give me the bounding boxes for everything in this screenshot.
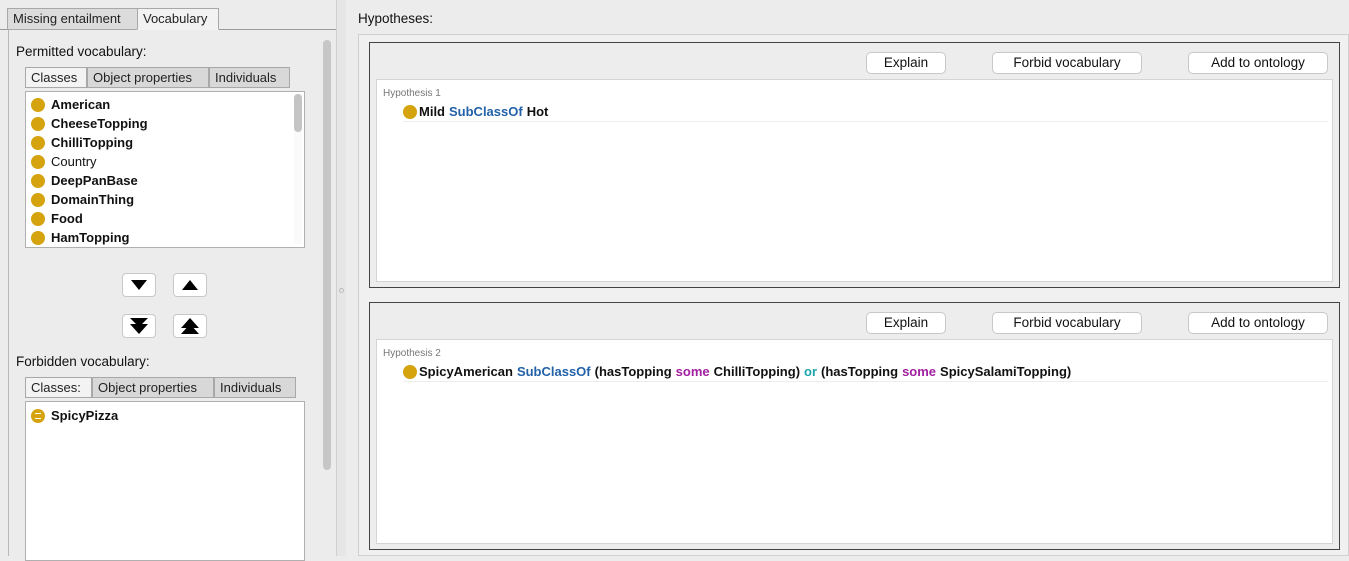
permitted-tab-object-properties[interactable]: Object properties: [87, 67, 209, 88]
class-name: CheeseTopping: [51, 116, 148, 131]
class-icon: [403, 364, 417, 379]
axiom-keyword: SubClassOf: [449, 104, 523, 119]
hypothesis-axiom-2[interactable]: SpicyAmerican SubClassOf (hasTopping some Ch…: [403, 362, 1328, 382]
permitted-list-scroll-thumb[interactable]: [294, 94, 302, 132]
add-to-ontology-button-2[interactable]: Add to ontology: [1188, 312, 1328, 334]
axiom-keyword: some: [902, 364, 937, 379]
permitted-vocabulary-title: Permitted vocabulary:: [16, 44, 147, 59]
axiom-token: SpicyAmerican: [419, 364, 513, 379]
class-icon: [31, 97, 45, 112]
forbid-vocabulary-button-1[interactable]: Forbid vocabulary: [992, 52, 1142, 74]
axiom-token: (hasTopping: [821, 364, 899, 379]
hypothesis-panel-1: Explain Forbid vocabulary Add to ontolog…: [369, 42, 1340, 288]
move-all-down-button[interactable]: [122, 314, 156, 338]
axiom-token: (hasTopping: [594, 364, 672, 379]
move-down-icon: [131, 280, 147, 290]
list-item[interactable]: DeepPanBase: [26, 171, 304, 190]
forbidden-vocabulary-title: Forbidden vocabulary:: [16, 354, 150, 369]
class-name: Country: [51, 154, 97, 169]
hypothesis-content-1: Hypothesis 1 Mild SubClassOf Hot: [376, 79, 1333, 282]
permitted-tab-classes[interactable]: Classes: [25, 67, 87, 88]
divider-grip-icon: [339, 288, 344, 293]
class-name: DeepPanBase: [51, 173, 138, 188]
class-name: American: [51, 97, 111, 112]
class-icon: [403, 104, 417, 119]
list-item[interactable]: ChilliTopping: [26, 133, 304, 152]
list-item[interactable]: HamTopping: [26, 228, 304, 247]
class-name: HamTopping: [51, 230, 130, 245]
tab-missing-entailment[interactable]: Missing entailment: [7, 8, 137, 30]
forbidden-class-icon: [31, 408, 45, 423]
class-name: SpicyPizza: [51, 408, 119, 423]
list-item[interactable]: DomainThing: [26, 190, 304, 209]
hypothesis-panel-2: Explain Forbid vocabulary Add to ontolog…: [369, 302, 1340, 550]
class-name: Food: [51, 211, 83, 226]
split-pane-divider[interactable]: [336, 0, 346, 556]
move-all-up-icon: [181, 318, 199, 334]
forbidden-tab-classes[interactable]: Classes:: [25, 377, 92, 398]
move-all-down-icon: [130, 318, 148, 334]
axiom-keyword: SubClassOf: [516, 364, 591, 379]
move-down-button[interactable]: [122, 273, 156, 297]
axiom-keyword: some: [675, 364, 710, 379]
hypothesis-content-2: Hypothesis 2 SpicyAmerican SubClassOf (has…: [376, 339, 1333, 544]
move-all-up-button[interactable]: [173, 314, 207, 338]
list-item[interactable]: CheeseTopping: [26, 114, 304, 133]
explain-button-1[interactable]: Explain: [866, 52, 946, 74]
class-name: ChilliTopping: [51, 135, 134, 150]
forbidden-class-list[interactable]: SpicyPizza: [25, 401, 305, 561]
class-icon: [31, 135, 45, 150]
list-item[interactable]: American: [26, 95, 304, 114]
axiom-token: Mild: [419, 104, 445, 119]
class-icon: [31, 192, 45, 207]
permitted-tab-individuals[interactable]: Individuals: [209, 67, 290, 88]
list-item[interactable]: Country: [26, 152, 304, 171]
top-tabbar: Missing entailment Vocabulary: [0, 8, 336, 30]
forbidden-tab-object-properties[interactable]: Object properties: [92, 377, 214, 398]
explain-button-2[interactable]: Explain: [866, 312, 946, 334]
axiom-token: Hot: [526, 104, 549, 119]
axiom-token: SpicySalamiTopping): [940, 364, 1072, 379]
move-up-button[interactable]: [173, 273, 207, 297]
left-panel: Missing entailment Vocabulary Permitted …: [0, 0, 336, 561]
class-icon: [31, 154, 45, 169]
hypothesis-label-2: Hypothesis 2: [383, 348, 441, 359]
class-icon: [31, 211, 45, 226]
axiom-keyword: or: [804, 364, 818, 379]
add-to-ontology-button-1[interactable]: Add to ontology: [1188, 52, 1328, 74]
list-item[interactable]: Food: [26, 209, 304, 228]
list-item[interactable]: SpicyPizza: [26, 406, 304, 425]
class-icon: [31, 230, 45, 245]
forbidden-tab-individuals[interactable]: Individuals: [214, 377, 296, 398]
class-icon: [31, 116, 45, 131]
axiom-token: ChilliTopping): [713, 364, 801, 379]
class-name: DomainThing: [51, 192, 135, 207]
permitted-class-list[interactable]: American CheeseTopping ChilliTopping Countr…: [25, 91, 305, 248]
hypotheses-title: Hypotheses:: [358, 11, 434, 26]
move-up-icon: [182, 280, 198, 290]
tab-vocabulary[interactable]: Vocabulary: [137, 8, 219, 30]
class-icon: [31, 173, 45, 188]
forbid-vocabulary-button-2[interactable]: Forbid vocabulary: [992, 312, 1142, 334]
hypothesis-label-1: Hypothesis 1: [383, 88, 441, 99]
hypothesis-axiom-1[interactable]: Mild SubClassOf Hot: [403, 102, 1328, 122]
left-panel-scrollbar[interactable]: [323, 40, 331, 470]
permitted-list-scrollbar[interactable]: [294, 94, 302, 244]
